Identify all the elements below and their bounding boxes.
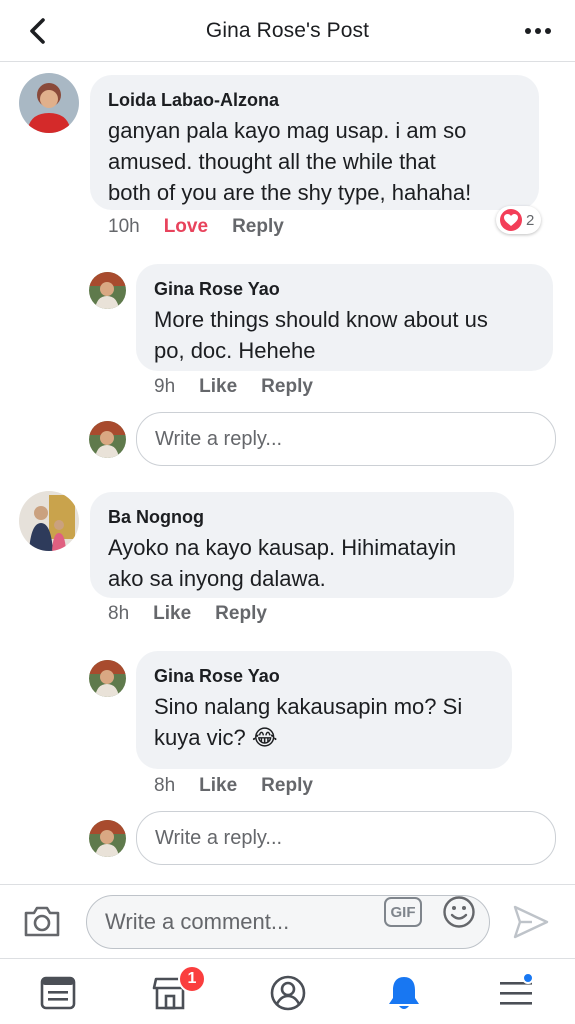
emoji-button[interactable] <box>442 895 476 929</box>
reply-button[interactable]: Reply <box>215 603 267 625</box>
bottom-navigation: 1 <box>0 958 575 1024</box>
love-reaction-button[interactable]: Love <box>164 216 208 238</box>
notification-badge: 1 <box>178 965 206 993</box>
send-button[interactable] <box>512 903 550 941</box>
reply-input[interactable]: Write a reply... <box>136 811 556 865</box>
bell-icon <box>389 977 419 1009</box>
comment-time: 8h <box>108 603 130 624</box>
comment-input[interactable]: Write a comment... <box>86 895 490 949</box>
reply-button[interactable]: Reply <box>232 216 284 238</box>
menu-indicator-dot <box>522 972 534 984</box>
avatar <box>89 421 126 458</box>
heart-icon <box>500 209 522 231</box>
like-button[interactable]: Like <box>153 603 191 625</box>
comment-author[interactable]: Gina Rose Yao <box>154 278 535 300</box>
comment-actions: 8h Like Reply <box>108 603 291 625</box>
more-options-button[interactable] <box>521 20 555 42</box>
comment-bubble: Ba Nognog Ayoko na kayo kausap. Hihimata… <box>90 492 514 598</box>
avatar[interactable] <box>19 491 79 551</box>
comment-text: Sino nalang kakausapin mo? Si kuya vic? … <box>154 694 463 750</box>
nav-notifications[interactable] <box>382 971 426 1015</box>
comment-author[interactable]: Gina Rose Yao <box>154 665 494 687</box>
comment-text: ganyan pala kayo mag usap. i am so amuse… <box>108 118 472 205</box>
comment-author[interactable]: Loida Labao-Alzona <box>108 89 521 111</box>
profile-icon <box>270 975 306 1011</box>
avatar[interactable] <box>89 272 126 309</box>
camera-button[interactable] <box>22 903 62 939</box>
comment-actions: 9h Like Reply <box>154 376 337 398</box>
avatar[interactable] <box>89 660 126 697</box>
reply-placeholder: Write a reply... <box>155 826 283 849</box>
comment-actions: 10h Love Reply <box>108 216 308 238</box>
comment-text: Ayoko na kayo kausap. Hihimatayin ako sa… <box>108 535 457 591</box>
comment-time: 8h <box>154 775 176 796</box>
comment-composer: Write a comment... GIF <box>0 884 575 958</box>
comment-time: 10h <box>108 216 140 237</box>
reaction-count: 2 <box>526 211 535 229</box>
reply-input[interactable]: Write a reply... <box>136 412 556 466</box>
top-bar: Gina Rose's Post <box>0 0 575 62</box>
comment-time: 9h <box>154 376 176 397</box>
comment-placeholder: Write a comment... <box>105 909 290 934</box>
comment-bubble: Loida Labao-Alzona ganyan pala kayo mag … <box>90 75 539 210</box>
smiley-icon <box>443 896 475 928</box>
avatar <box>89 820 126 857</box>
more-icon <box>525 28 551 34</box>
like-button[interactable]: Like <box>199 376 237 398</box>
page-title: Gina Rose's Post <box>205 19 370 42</box>
reaction-summary[interactable]: 2 <box>496 206 542 234</box>
send-icon <box>513 905 549 939</box>
reply-placeholder: Write a reply... <box>155 427 283 450</box>
nav-profile[interactable] <box>266 971 310 1015</box>
news-feed-icon <box>40 976 76 1010</box>
comment-bubble: Gina Rose Yao Sino nalang kakausapin mo?… <box>136 651 512 769</box>
comment-actions: 8h Like Reply <box>154 775 337 797</box>
avatar[interactable] <box>19 73 79 133</box>
comment-author[interactable]: Ba Nognog <box>108 506 496 528</box>
reply-button[interactable]: Reply <box>261 376 313 398</box>
comment-bubble: Gina Rose Yao More things should know ab… <box>136 264 553 371</box>
camera-icon <box>24 906 60 937</box>
nav-news-feed[interactable] <box>36 971 80 1015</box>
gif-button[interactable]: GIF <box>384 897 422 927</box>
reply-button[interactable]: Reply <box>261 775 313 797</box>
like-button[interactable]: Like <box>199 775 237 797</box>
comment-text: More things should know about us po, doc… <box>154 307 488 363</box>
